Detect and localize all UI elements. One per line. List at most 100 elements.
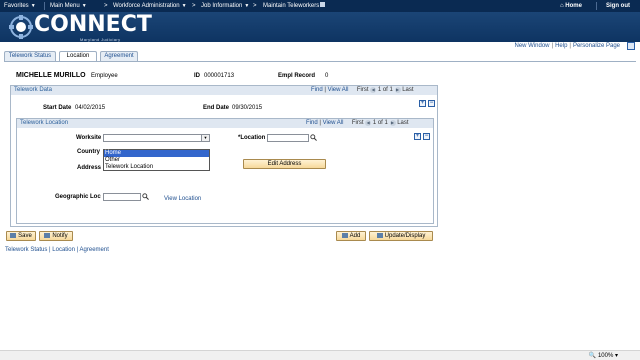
row-navigation: Find | View All First ◀ 1 of 1 ▶ Last bbox=[306, 120, 409, 126]
delete-row-icon[interactable]: − bbox=[428, 100, 435, 107]
home-link[interactable]: ⌂ Home bbox=[560, 0, 582, 12]
worksite-dropdown-list: Home Other Telework Location bbox=[103, 149, 210, 171]
logo-emblem-icon bbox=[9, 15, 33, 39]
end-date-label: End Date bbox=[203, 105, 230, 111]
bottom-link-telework-status[interactable]: Telework Status bbox=[5, 247, 47, 253]
geographic-loc-input[interactable] bbox=[103, 193, 141, 201]
worksite-label: Worksite bbox=[76, 135, 102, 141]
banner: CONNECT Maryland Judiciary bbox=[0, 12, 640, 42]
help-link[interactable]: Help bbox=[555, 43, 567, 49]
tab-agreement[interactable]: Agreement bbox=[100, 51, 138, 61]
view-all-link[interactable]: View All bbox=[323, 120, 344, 126]
zoom-value: 100% bbox=[597, 353, 614, 359]
browser-status-bar: 🔍 100% ▾ bbox=[0, 350, 640, 360]
home-label: Home bbox=[565, 3, 582, 9]
logo-text: CONNECT bbox=[34, 12, 152, 37]
last-label: Last bbox=[397, 120, 409, 126]
breadcrumb-arrow-icon: > bbox=[192, 3, 196, 9]
empl-record-value: 0 bbox=[325, 73, 329, 79]
add-button[interactable]: Add bbox=[336, 231, 366, 241]
chevron-down-icon: ▼ bbox=[81, 3, 87, 9]
worksite-select[interactable]: ▼ bbox=[103, 134, 210, 142]
previous-arrow-icon[interactable]: ◀ bbox=[370, 87, 377, 93]
find-link[interactable]: Find bbox=[306, 120, 318, 126]
empl-record-label: Empl Record bbox=[278, 73, 316, 79]
update-display-label: Update/Display bbox=[384, 233, 426, 239]
geographic-loc-label: Geographic Loc bbox=[55, 194, 101, 200]
view-location-link[interactable]: View Location bbox=[164, 196, 201, 202]
new-window-link[interactable]: New Window bbox=[514, 43, 549, 49]
breadcrumb-job-information[interactable]: Job Information ▼ bbox=[201, 0, 249, 12]
first-label: First bbox=[356, 87, 369, 93]
telework-data-header: Telework Data Find | View All First ◀ 1 … bbox=[11, 86, 437, 95]
chevron-down-icon[interactable]: ▼ bbox=[201, 135, 209, 141]
save-label: Save bbox=[18, 233, 32, 239]
search-icon[interactable] bbox=[142, 193, 149, 200]
logo-subtitle: Maryland Judiciary bbox=[80, 37, 121, 42]
main-menu[interactable]: Main Menu ▼ bbox=[50, 0, 87, 12]
worksite-option-home[interactable]: Home bbox=[104, 150, 209, 157]
notify-label: Notify bbox=[52, 233, 68, 239]
chevron-down-icon: ▼ bbox=[30, 3, 36, 9]
breadcrumb-workforce-admin[interactable]: Workforce Administration ▼ bbox=[113, 0, 187, 12]
country-label: Country bbox=[77, 149, 100, 155]
worksite-option-telework-location[interactable]: Telework Location bbox=[104, 164, 209, 171]
end-date-value: 09/30/2015 bbox=[232, 105, 263, 111]
breadcrumb-arrow-icon: > bbox=[104, 3, 108, 9]
employee-role: Employee bbox=[91, 73, 118, 79]
add-icon bbox=[341, 233, 348, 238]
save-icon bbox=[10, 233, 17, 238]
bottom-link-location[interactable]: Location bbox=[52, 247, 75, 253]
search-icon[interactable] bbox=[310, 134, 317, 141]
top-nav-bar: Favorites ▼ Main Menu ▼ > Workforce Admini… bbox=[0, 0, 640, 12]
next-arrow-icon[interactable]: ▶ bbox=[394, 87, 401, 93]
employee-name: MICHELLE MURILLO bbox=[16, 72, 86, 79]
page-icon bbox=[320, 2, 326, 7]
magnifier-icon: 🔍 bbox=[588, 353, 597, 359]
breadcrumb-label: Workforce Administration bbox=[113, 3, 180, 9]
breadcrumb-arrow-icon: > bbox=[253, 3, 257, 9]
link-separator: | bbox=[569, 43, 571, 49]
employee-id: 000001713 bbox=[204, 73, 235, 79]
chevron-down-icon: ▼ bbox=[181, 3, 187, 9]
add-row-icon[interactable]: + bbox=[419, 100, 426, 107]
location-label: *Location bbox=[238, 135, 266, 141]
next-arrow-icon[interactable]: ▶ bbox=[389, 120, 396, 126]
last-label: Last bbox=[402, 87, 414, 93]
main-menu-label: Main Menu bbox=[50, 3, 80, 9]
notify-button[interactable]: Notify bbox=[39, 231, 73, 241]
edit-address-button[interactable]: Edit Address bbox=[243, 159, 326, 169]
save-button[interactable]: Save bbox=[6, 231, 36, 241]
add-row-icon[interactable]: + bbox=[414, 133, 421, 140]
tab-telework-status[interactable]: Telework Status bbox=[4, 51, 56, 61]
personalize-page-link[interactable]: Personalize Page bbox=[573, 43, 620, 49]
section-title: Telework Data bbox=[14, 87, 53, 93]
worksite-option-other[interactable]: Other bbox=[104, 157, 209, 164]
delete-row-icon[interactable]: − bbox=[423, 133, 430, 140]
favorites-label: Favorites bbox=[4, 3, 29, 9]
first-label: First bbox=[351, 120, 364, 126]
telework-location-header: Telework Location Find | View All First … bbox=[17, 119, 433, 128]
start-date-label: Start Date bbox=[43, 105, 72, 111]
location-input[interactable] bbox=[267, 134, 309, 142]
find-link[interactable]: Find bbox=[311, 87, 323, 93]
update-display-button[interactable]: Update/Display bbox=[369, 231, 433, 241]
bottom-link-agreement[interactable]: Agreement bbox=[80, 247, 109, 253]
notify-icon bbox=[44, 233, 51, 238]
zoom-level[interactable]: 🔍 100% ▾ bbox=[589, 352, 618, 359]
section-title: Telework Location bbox=[20, 120, 69, 126]
id-label: ID bbox=[194, 73, 200, 79]
grid-view-icon[interactable] bbox=[627, 42, 635, 50]
breadcrumb-label: Maintain Teleworkers bbox=[263, 3, 320, 9]
favorites-menu[interactable]: Favorites ▼ bbox=[4, 0, 36, 12]
start-date-value: 04/02/2015 bbox=[75, 105, 106, 111]
previous-arrow-icon[interactable]: ◀ bbox=[365, 120, 372, 126]
view-all-link[interactable]: View All bbox=[328, 87, 349, 93]
update-icon bbox=[376, 233, 383, 238]
row-count: 1 of 1 bbox=[377, 87, 393, 93]
add-label: Add bbox=[349, 233, 361, 239]
sign-out-link[interactable]: Sign out bbox=[606, 0, 630, 12]
house-icon: ⌂ bbox=[560, 3, 564, 9]
chevron-down-icon: ▼ bbox=[244, 3, 250, 9]
breadcrumb-maintain-teleworkers[interactable]: Maintain Teleworkers bbox=[263, 0, 326, 12]
